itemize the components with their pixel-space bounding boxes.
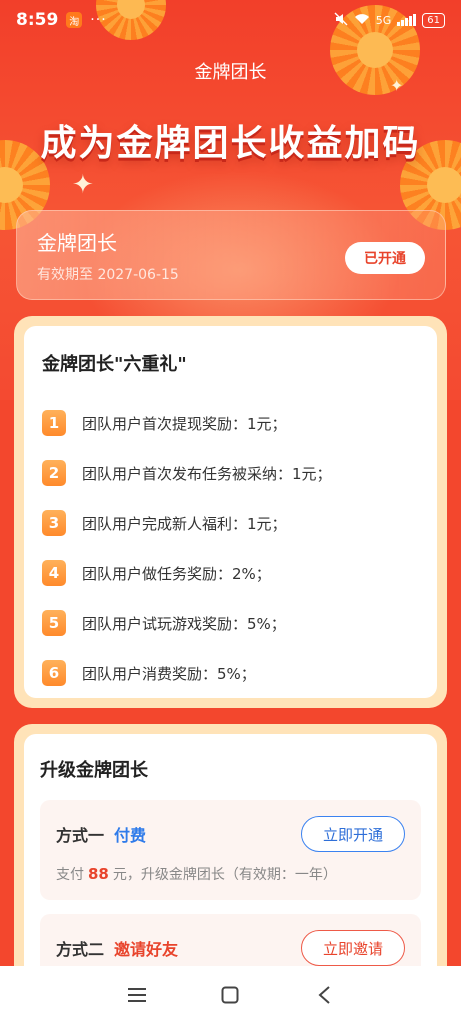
gift-text: 团队用户试玩游戏奖励：5%； — [82, 614, 286, 633]
gift-list: 1 团队用户首次提现奖励：1元； 2 团队用户首次发布任务被采纳：1元； 3 团… — [42, 398, 419, 698]
back-icon[interactable] — [304, 975, 344, 1015]
gift-number-badge: 2 — [42, 460, 66, 486]
gift-text: 团队用户首次发布任务被采纳：1元； — [82, 464, 332, 483]
desc-prefix: 支付 — [56, 867, 84, 883]
upgrade-option-paid: 方式一 付费 立即开通 支付 88 元，升级金牌团长（有效期：一年） — [40, 800, 421, 900]
list-item: 2 团队用户首次发布任务被采纳：1元； — [42, 448, 419, 498]
gift-text: 团队用户完成新人福利：1元； — [82, 514, 287, 533]
gift-number-badge: 1 — [42, 410, 66, 436]
gift-number-badge: 4 — [42, 560, 66, 586]
list-item: 6 团队用户消费奖励：5%； — [42, 648, 419, 698]
gift-number-badge: 3 — [42, 510, 66, 536]
network-type: 5G — [375, 13, 392, 27]
option-type: 付费 — [114, 826, 147, 845]
price-value: 88 — [88, 865, 109, 883]
gift-text: 团队用户做任务奖励：2%； — [82, 564, 271, 583]
gift-text: 团队用户首次提现奖励：1元； — [82, 414, 287, 433]
gift-text: 团队用户消费奖励：5%； — [82, 664, 256, 683]
invite-now-button[interactable]: 立即邀请 — [301, 930, 405, 966]
list-item: 4 团队用户做任务奖励：2%； — [42, 548, 419, 598]
status-time: 8:59 — [16, 10, 59, 30]
desc-suffix: 元，升级金牌团长（有效期：一年） — [112, 867, 337, 883]
mute-icon — [334, 12, 348, 29]
upgrade-title: 升级金牌团长 — [40, 760, 148, 781]
system-nav-bar — [0, 966, 461, 1024]
app-notification-icon: 淘 — [66, 12, 83, 28]
home-icon[interactable] — [210, 975, 250, 1015]
more-notifications-icon: ··· — [90, 12, 107, 28]
signal-icon — [397, 14, 417, 26]
membership-card: 金牌团长 有效期至 2027-06-15 已开通 — [16, 210, 446, 300]
menu-icon[interactable] — [117, 975, 157, 1015]
sparkle-icon: ✦ — [72, 170, 94, 200]
option-label: 方式一 — [56, 826, 105, 845]
battery-icon: 61 — [422, 12, 445, 28]
option-description: 支付 88 元，升级金牌团长（有效期：一年） — [56, 864, 405, 884]
list-item: 5 团队用户试玩游戏奖励：5%； — [42, 598, 419, 648]
page-title: 金牌团长 — [194, 62, 267, 83]
option-type: 邀请好友 — [114, 940, 179, 959]
hero-heading: 成为金牌团长收益加码 — [40, 123, 421, 164]
six-gifts-card-body: 金牌团长"六重礼" 1 团队用户首次提现奖励：1元； 2 团队用户首次发布任务被… — [24, 326, 437, 698]
status-bar: 8:59 淘 ··· 5G 61 — [0, 0, 461, 40]
six-gifts-card: 金牌团长"六重礼" 1 团队用户首次提现奖励：1元； 2 团队用户首次发布任务被… — [14, 316, 447, 708]
six-gifts-title: 金牌团长"六重礼" — [42, 354, 187, 375]
opened-status-button[interactable]: 已开通 — [345, 242, 425, 274]
open-now-button[interactable]: 立即开通 — [301, 816, 405, 852]
option-label: 方式二 — [56, 940, 105, 959]
gift-number-badge: 6 — [42, 660, 66, 686]
list-item: 3 团队用户完成新人福利：1元； — [42, 498, 419, 548]
list-item: 1 团队用户首次提现奖励：1元； — [42, 398, 419, 448]
wifi-icon — [354, 13, 370, 28]
status-indicators: 5G 61 — [334, 12, 445, 29]
gift-number-badge: 5 — [42, 610, 66, 636]
